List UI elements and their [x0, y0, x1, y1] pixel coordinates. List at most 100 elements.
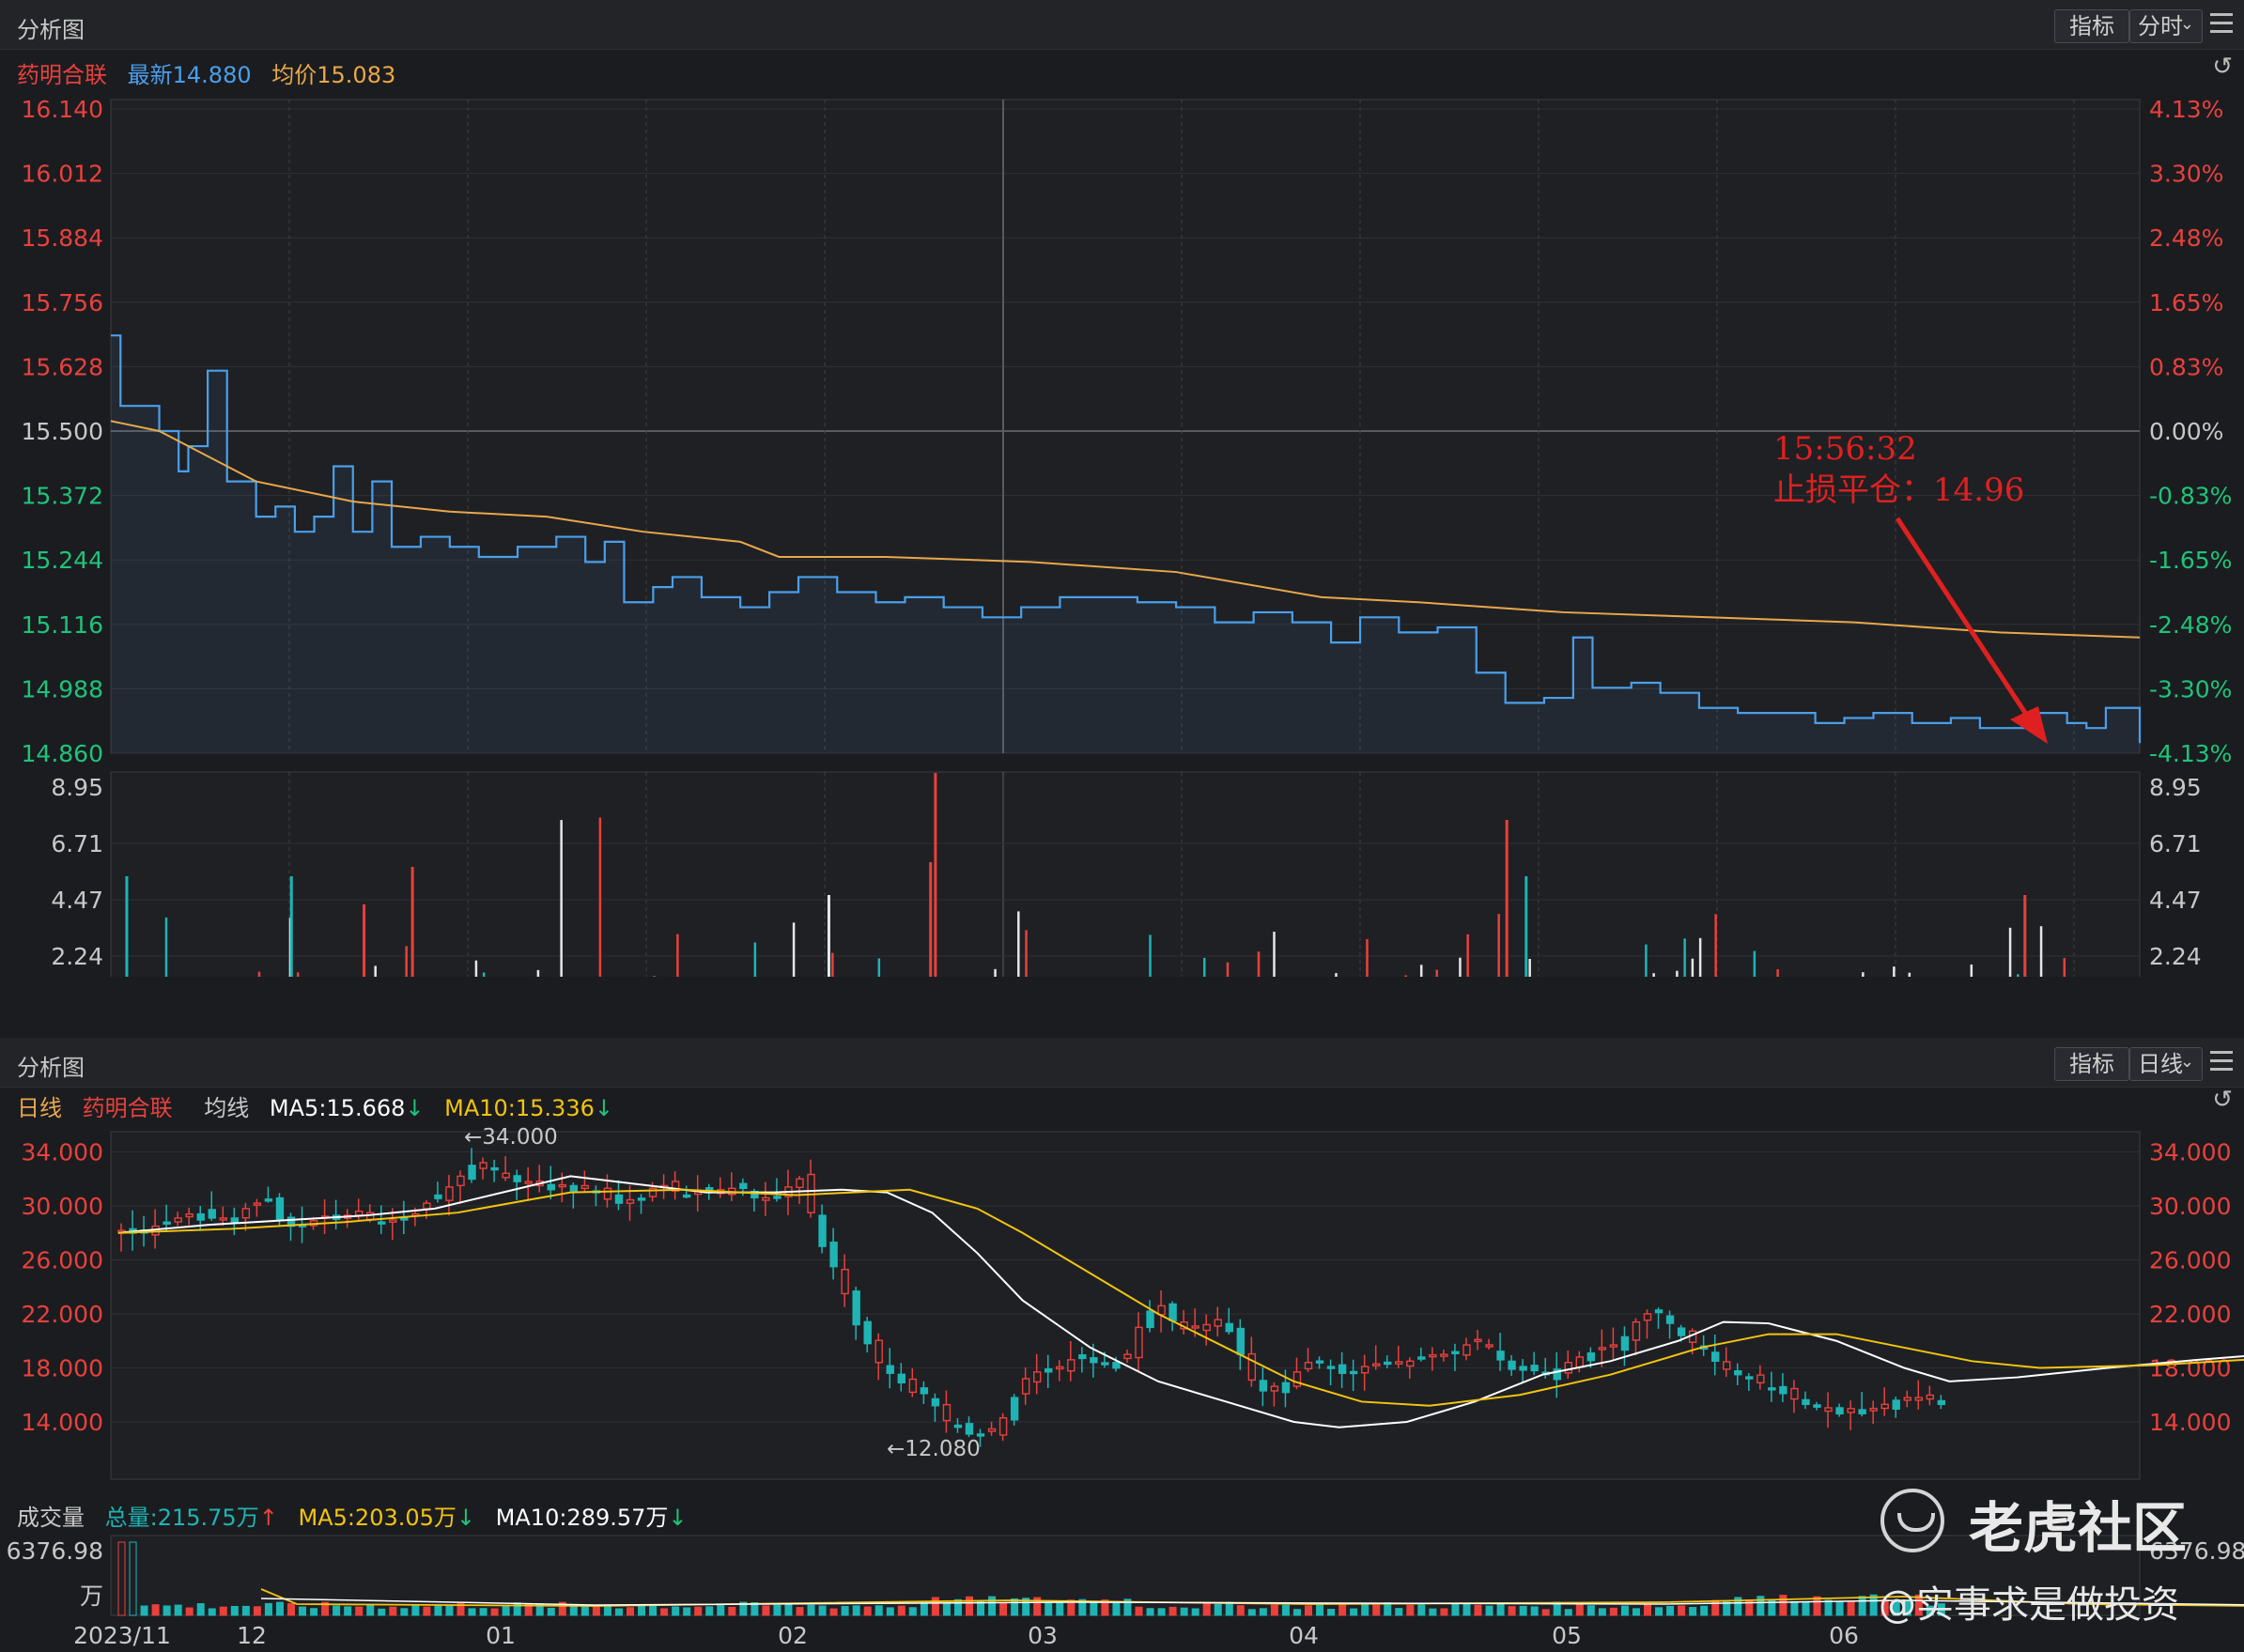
volume-bar	[1257, 951, 1261, 977]
candle-body	[1168, 1303, 1177, 1321]
period-dropdown-2[interactable]: 日线 ⌄	[2129, 1047, 2203, 1081]
candle-body	[1643, 1313, 1652, 1321]
daily-y-tick-label-right: 34.000	[2149, 1139, 2231, 1166]
candle-body	[1315, 1360, 1324, 1364]
total-volume: 总量:215.75万↑	[105, 1505, 278, 1531]
volume-bar	[1335, 973, 1338, 977]
daily-volume-bar	[1609, 1607, 1617, 1616]
daily-volume-bar	[977, 1599, 985, 1616]
candle-body	[1847, 1408, 1855, 1413]
daily-volume-bar	[230, 1605, 239, 1616]
candle-body	[1677, 1327, 1686, 1336]
daily-volume-bar	[378, 1608, 386, 1616]
daily-volume-bar	[739, 1601, 748, 1616]
daily-volume-bar	[818, 1605, 827, 1616]
daily-volume-bar	[1530, 1606, 1539, 1616]
daily-volume-bar	[1575, 1603, 1584, 1616]
candle-body	[1032, 1371, 1042, 1383]
daily-volume-bar	[874, 1605, 883, 1616]
volume-tick-label: 8.95	[51, 774, 103, 801]
candle-body	[117, 1229, 126, 1234]
candle-body	[1225, 1322, 1233, 1333]
ma10-label: MA10:15.336↓	[444, 1095, 613, 1121]
y-tick-label-right: 0.83%	[2149, 353, 2223, 380]
candle-body	[1045, 1368, 1053, 1373]
daily-volume-bar	[445, 1605, 454, 1616]
candle-body	[841, 1269, 849, 1295]
indicator-button-2[interactable]: 指标	[2054, 1047, 2129, 1081]
candle-body	[1360, 1366, 1370, 1374]
volume-bar	[1149, 934, 1152, 977]
candle-body	[694, 1190, 703, 1196]
daily-volume-bar	[253, 1606, 261, 1616]
daily-y-tick-label-right: 30.000	[2149, 1193, 2231, 1220]
daily-volume-bar	[852, 1605, 860, 1616]
candle-body	[818, 1214, 827, 1247]
candle-body	[1508, 1360, 1516, 1370]
volume-bar	[1419, 965, 1423, 977]
daily-volume-bar	[1666, 1605, 1675, 1616]
volume-bar	[1466, 934, 1469, 977]
candle-body	[626, 1198, 635, 1204]
high-price-label: ←34.000	[464, 1125, 558, 1150]
volume-bar	[934, 773, 937, 977]
daily-volume-bar	[1395, 1608, 1403, 1616]
daily-volume-bar	[490, 1608, 499, 1616]
candle-body	[965, 1423, 974, 1435]
candle-body	[1021, 1378, 1030, 1395]
daily-volume-bar	[1339, 1603, 1347, 1616]
volume-bar	[1524, 876, 1528, 977]
reset-icon-2[interactable]: ↺	[2212, 1086, 2233, 1114]
daily-volume-bar	[953, 1598, 962, 1616]
candle-body	[796, 1178, 804, 1189]
candle-body	[1180, 1320, 1188, 1330]
candle-body	[535, 1181, 544, 1187]
daily-volume-bar	[547, 1607, 555, 1616]
candle-body	[1710, 1351, 1720, 1363]
daily-volume-bar	[524, 1603, 533, 1616]
daily-volume-bar	[457, 1603, 465, 1616]
daily-volume-bar	[705, 1606, 714, 1616]
daily-volume-bar	[1541, 1609, 1550, 1616]
volume-bar	[1862, 972, 1865, 977]
candle-body	[1474, 1338, 1482, 1343]
candle-body	[987, 1428, 997, 1432]
candle-body	[1835, 1407, 1844, 1415]
candle-body	[400, 1217, 409, 1221]
down-arrow-icon: ↓	[405, 1095, 425, 1121]
daily-volume-bar	[287, 1603, 295, 1616]
candle-body	[807, 1173, 815, 1213]
candle-body	[1586, 1351, 1596, 1362]
daily-volume-bar	[299, 1606, 307, 1616]
daily-volume-bar	[1292, 1609, 1301, 1616]
volume-bar	[296, 972, 300, 977]
volume-tick-label-right: 6.71	[2149, 830, 2202, 857]
daily-x-tick-label: 01	[486, 1622, 516, 1649]
candle-body	[230, 1217, 240, 1223]
volume-bar	[164, 917, 168, 977]
daily-y-tick-label: 26.000	[22, 1247, 103, 1274]
daily-y-tick-label: 14.000	[22, 1409, 103, 1436]
volume-bar	[1683, 938, 1686, 977]
y-tick-label: 14.988	[22, 675, 103, 702]
candle-body	[286, 1216, 296, 1227]
candle-body	[1371, 1363, 1381, 1366]
daily-volume-bar	[999, 1602, 1008, 1616]
daily-volume-bar	[1146, 1608, 1154, 1616]
daily-volume-bar	[942, 1602, 951, 1616]
candle-body	[547, 1183, 555, 1191]
menu-icon-2[interactable]	[2210, 1051, 2233, 1072]
daily-volume-bar	[196, 1603, 205, 1616]
volume-bar	[929, 862, 933, 977]
candle-body	[1813, 1404, 1821, 1408]
daily-volume-bar	[1327, 1609, 1336, 1616]
daily-y-tick-label-right: 14.000	[2149, 1409, 2231, 1436]
daily-y-tick-label: 22.000	[22, 1301, 103, 1328]
tiger-logo-icon	[1880, 1489, 1944, 1552]
candle-body	[558, 1183, 566, 1188]
candle-body	[309, 1220, 318, 1227]
daily-volume-bar	[1011, 1598, 1019, 1616]
y-tick-label-right: -0.83%	[2149, 483, 2232, 510]
daily-volume-bar	[411, 1604, 420, 1616]
ma5-line	[117, 1175, 2244, 1428]
